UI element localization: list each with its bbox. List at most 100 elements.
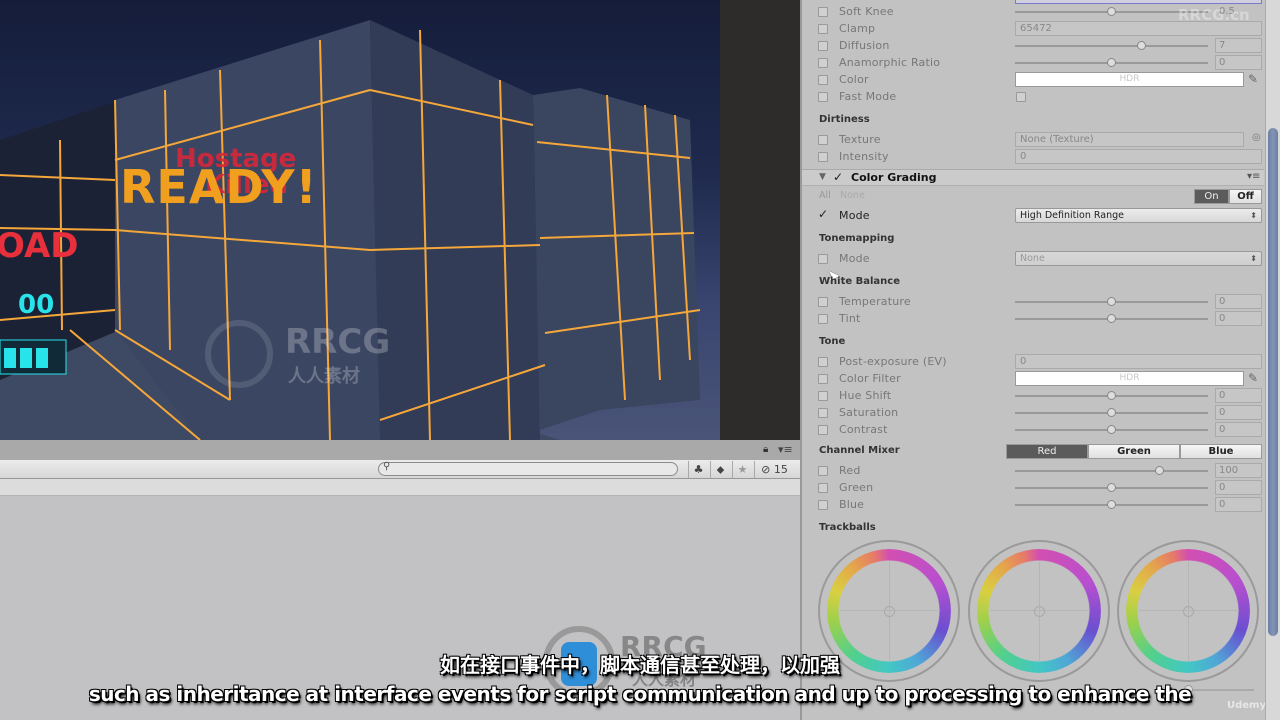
filter-by-label-icon[interactable]: ⬥ — [710, 461, 730, 478]
channel-tab-red[interactable]: Red — [1006, 444, 1088, 459]
temperature-row: Temperature 0 — [802, 293, 1264, 310]
tint-knob[interactable] — [1106, 314, 1116, 323]
temperature-knob[interactable] — [1106, 297, 1116, 306]
temperature-value[interactable]: 0 — [1215, 294, 1262, 309]
color-filter-field[interactable]: HDR — [1015, 371, 1244, 386]
bloom-color-checkbox[interactable] — [818, 75, 828, 85]
component-menu-icon[interactable]: ▾≡ — [1247, 171, 1260, 182]
grading-mode-checkbox[interactable]: ✓ — [818, 207, 828, 221]
soft-knee-knob[interactable] — [1106, 7, 1116, 16]
eyedropper-icon[interactable]: ✎ — [1248, 72, 1258, 86]
mixer-red-slider[interactable] — [1015, 470, 1208, 472]
none-link[interactable]: None — [840, 190, 865, 201]
hierarchy-list-row[interactable] — [0, 479, 800, 496]
mixer-red-value[interactable]: 100 — [1215, 463, 1262, 478]
mixer-green-value[interactable]: 0 — [1215, 480, 1262, 495]
tonemapping-mode-row: Mode None ⬍ — [802, 250, 1264, 267]
search-input[interactable]: ⚲ — [378, 461, 678, 476]
trackball-handle[interactable] — [1034, 606, 1045, 617]
all-link[interactable]: All — [819, 190, 831, 201]
post-exposure-checkbox[interactable] — [818, 357, 828, 367]
anamorphic-ratio-checkbox[interactable] — [818, 58, 828, 68]
trackballs-header: Trackballs — [819, 522, 876, 533]
tonemapping-mode-dropdown[interactable]: None ⬍ — [1015, 251, 1262, 266]
diffusion-row: Diffusion 7 — [802, 37, 1264, 54]
contrast-value[interactable]: 0 — [1215, 422, 1262, 437]
bloom-color-field[interactable]: HDR — [1015, 72, 1244, 87]
favorite-star-icon[interactable]: ★ — [732, 461, 752, 478]
soft-knee-checkbox[interactable] — [818, 7, 828, 17]
filter-by-type-icon[interactable]: ♣ — [688, 461, 708, 478]
game-view[interactable]: Hostage Killed READY! OAD 00 RRCG 人人素材 — [0, 0, 720, 440]
dirt-texture-label: Texture — [839, 133, 881, 146]
fast-mode-override-checkbox[interactable] — [818, 92, 828, 102]
channel-tab-blue[interactable]: Blue — [1180, 444, 1262, 459]
on-button[interactable]: On — [1194, 189, 1229, 204]
grading-mode-dropdown[interactable]: High Definition Range ⬍ — [1015, 208, 1262, 223]
tonemapping-mode-checkbox[interactable] — [818, 254, 828, 264]
trackball-handle[interactable] — [1183, 606, 1194, 617]
off-button[interactable]: Off — [1229, 189, 1262, 204]
dirt-intensity-checkbox[interactable] — [818, 152, 828, 162]
diffusion-label: Diffusion — [839, 39, 890, 52]
diffusion-value[interactable]: 7 — [1215, 38, 1262, 53]
clamp-checkbox[interactable] — [818, 24, 828, 34]
post-exposure-field[interactable]: 0 — [1015, 354, 1262, 369]
mixer-red-knob[interactable] — [1154, 466, 1164, 475]
channel-mixer-header: Channel Mixer — [819, 445, 900, 456]
mixer-green-knob[interactable] — [1106, 483, 1116, 492]
saturation-knob[interactable] — [1106, 408, 1116, 417]
dirt-texture-checkbox[interactable] — [818, 135, 828, 145]
mixer-green-checkbox[interactable] — [818, 483, 828, 493]
contrast-knob[interactable] — [1106, 425, 1116, 434]
mixer-red-checkbox[interactable] — [818, 466, 828, 476]
dirt-texture-field[interactable]: None (Texture) — [1015, 132, 1244, 147]
foldout-arrow-icon[interactable]: ▼ — [819, 172, 826, 182]
big-cube-right-face — [370, 20, 540, 440]
fast-mode-row: Fast Mode — [802, 88, 1264, 105]
color-filter-checkbox[interactable] — [818, 374, 828, 384]
fast-mode-checkbox[interactable] — [1016, 92, 1026, 102]
temperature-checkbox[interactable] — [818, 297, 828, 307]
color-grading-title: Color Grading — [851, 171, 937, 184]
color-grading-foldout[interactable]: ▼ ✓ Color Grading ▾≡ — [802, 169, 1264, 186]
color-grading-enabled-checkbox[interactable]: ✓ — [833, 170, 843, 184]
tint-label: Tint — [839, 312, 861, 325]
hue-shift-knob[interactable] — [1106, 391, 1116, 400]
eyedropper-icon[interactable]: ✎ — [1248, 371, 1258, 385]
hue-shift-checkbox[interactable] — [818, 391, 828, 401]
panel-menu-icon[interactable]: ▾≡ — [778, 443, 793, 456]
color-filter-label: Color Filter — [839, 372, 901, 385]
anamorphic-ratio-value[interactable]: 0 — [1215, 55, 1262, 70]
scrollbar-thumb[interactable] — [1268, 128, 1278, 636]
mixer-blue-knob[interactable] — [1106, 500, 1116, 509]
trackball-handle[interactable] — [884, 606, 895, 617]
diffusion-knob[interactable] — [1137, 41, 1147, 50]
hidden-toggle[interactable]: ⊘ 15 — [754, 461, 794, 478]
diffusion-slider[interactable] — [1015, 45, 1208, 47]
tonemapping-mode-value: None — [1020, 253, 1045, 264]
object-picker-icon[interactable]: ◎ — [1252, 132, 1261, 143]
hue-shift-value[interactable]: 0 — [1215, 388, 1262, 403]
dirt-intensity-field[interactable]: 0 — [1015, 149, 1262, 164]
dirt-intensity-row: Intensity 0 — [802, 148, 1264, 165]
diffusion-checkbox[interactable] — [818, 41, 828, 51]
fast-mode-label: Fast Mode — [839, 90, 897, 103]
saturation-value[interactable]: 0 — [1215, 405, 1262, 420]
tone-header: Tone — [819, 336, 846, 347]
channel-tab-green[interactable]: Green — [1088, 444, 1180, 459]
color-filter-row: Color Filter HDR ✎ — [802, 370, 1264, 387]
inspector-scrollbar[interactable] — [1265, 0, 1280, 720]
dirt-texture-row: Texture None (Texture) ◎ — [802, 131, 1264, 148]
lock-icon[interactable]: 🔒︎ — [763, 444, 768, 455]
tint-checkbox[interactable] — [818, 314, 828, 324]
anamorphic-ratio-knob[interactable] — [1106, 58, 1116, 67]
bloom-color-row: Color HDR ✎ — [802, 71, 1264, 88]
hue-shift-label: Hue Shift — [839, 389, 892, 402]
dirtiness-header: Dirtiness — [819, 114, 870, 125]
contrast-checkbox[interactable] — [818, 425, 828, 435]
tint-value[interactable]: 0 — [1215, 311, 1262, 326]
saturation-checkbox[interactable] — [818, 408, 828, 418]
mixer-blue-checkbox[interactable] — [818, 500, 828, 510]
mixer-blue-value[interactable]: 0 — [1215, 497, 1262, 512]
